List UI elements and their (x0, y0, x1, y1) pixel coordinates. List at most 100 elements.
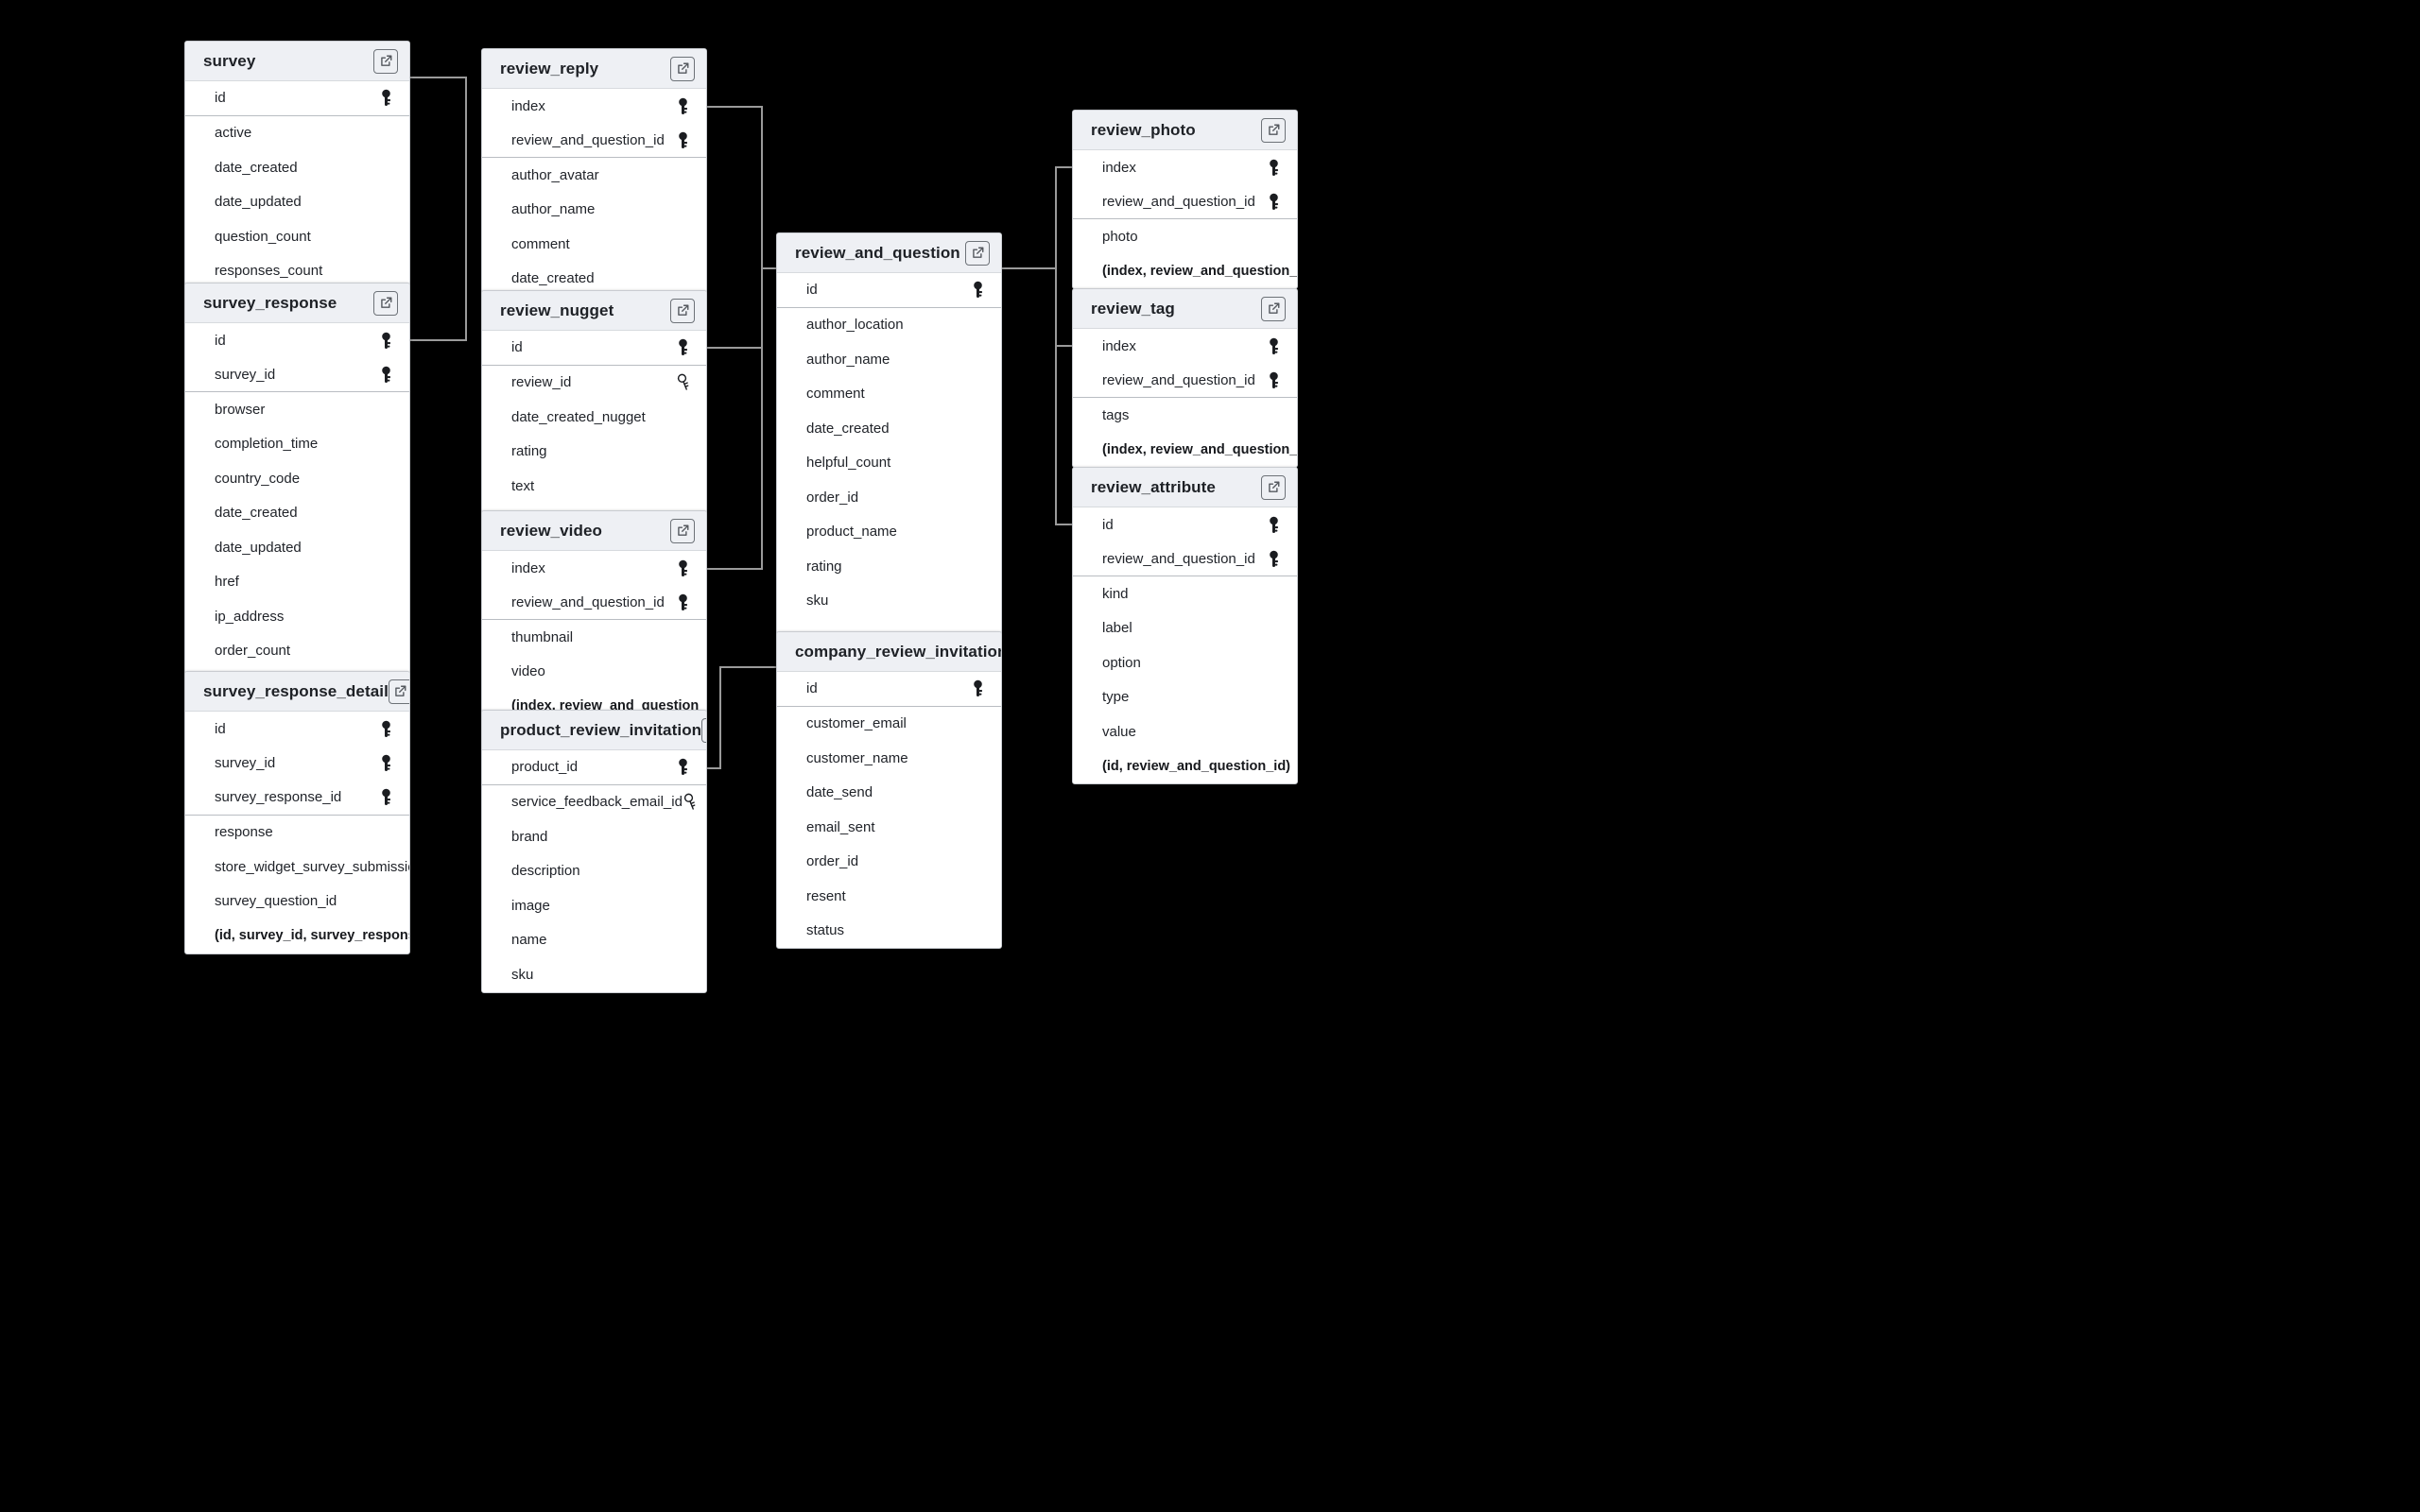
table-card-survey_response_detail[interactable]: survey_response_detail id survey_id survey_… (184, 671, 410, 954)
field-row[interactable]: customer_email (777, 707, 1001, 742)
composite-index-row[interactable]: (index, review_and_question_id)i (1073, 433, 1297, 468)
external-link-icon[interactable] (1261, 296, 1286, 321)
field-row[interactable]: order_id (777, 845, 1001, 880)
field-row[interactable]: photo (1073, 219, 1297, 254)
field-row[interactable]: id (1073, 507, 1297, 542)
field-row[interactable]: order_count (185, 634, 409, 669)
field-row[interactable]: review_and_question_id (1073, 542, 1297, 576)
field-row[interactable]: author_name (482, 193, 706, 228)
field-row[interactable]: index (1073, 329, 1297, 364)
table-card-review_reply[interactable]: review_reply index review_and_question_id a… (481, 48, 707, 332)
external-link-icon[interactable] (670, 298, 695, 323)
key-filled-icon (379, 754, 393, 772)
field-row[interactable]: id (482, 331, 706, 366)
table-card-review_tag[interactable]: review_tag index review_and_question_id tag… (1072, 288, 1298, 468)
field-row[interactable]: thumbnail (482, 620, 706, 655)
field-row[interactable]: date_updated (185, 185, 409, 220)
field-row[interactable]: status (777, 914, 1001, 949)
table-card-company_review_invitation[interactable]: company_review_invitation id customer_emai… (776, 631, 1002, 949)
external-link-icon[interactable] (965, 240, 990, 266)
table-card-product_review_invitation[interactable]: product_review_invitation product_id servi… (481, 710, 707, 993)
field-row[interactable]: id (185, 81, 409, 116)
field-row[interactable]: text (482, 469, 706, 504)
external-link-icon[interactable] (670, 56, 695, 81)
field-row[interactable]: review_id (482, 366, 706, 401)
field-row[interactable]: date_send (777, 776, 1001, 811)
field-row[interactable]: helpful_count (777, 446, 1001, 481)
field-row[interactable]: review_and_question_id (482, 586, 706, 620)
field-row[interactable]: rating (777, 549, 1001, 584)
composite-index-row[interactable]: (id, review_and_question_id)i (1073, 749, 1297, 784)
field-row[interactable]: country_code (185, 461, 409, 496)
field-row[interactable]: product_name (777, 515, 1001, 550)
field-row[interactable]: brand (482, 819, 706, 854)
field-row[interactable]: index (1073, 150, 1297, 185)
external-link-icon[interactable] (373, 48, 398, 74)
table-card-survey[interactable]: survey id active date_created date_updated qu… (184, 41, 410, 324)
field-row[interactable]: email_sent (777, 810, 1001, 845)
external-link-icon[interactable] (1261, 117, 1286, 143)
field-row[interactable]: ip_address (185, 599, 409, 634)
field-row[interactable]: survey_response_id (185, 781, 409, 816)
field-row[interactable]: browser (185, 392, 409, 427)
field-row[interactable]: type (1073, 680, 1297, 715)
field-row[interactable]: name (482, 923, 706, 958)
field-row[interactable]: sku (777, 584, 1001, 619)
field-row[interactable]: video (482, 655, 706, 690)
field-row[interactable]: survey_id (185, 747, 409, 782)
field-row[interactable]: index (482, 89, 706, 124)
field-row[interactable]: date_created_nugget (482, 400, 706, 435)
field-row[interactable]: href (185, 565, 409, 600)
field-row[interactable]: image (482, 888, 706, 923)
field-row[interactable]: review_and_question_id (1073, 185, 1297, 219)
external-link-icon[interactable] (670, 518, 695, 543)
field-row[interactable]: date_created (777, 411, 1001, 446)
table-card-review_photo[interactable]: review_photo index review_and_question_id p… (1072, 110, 1298, 289)
field-row[interactable]: comment (777, 377, 1001, 412)
field-row[interactable]: resent (777, 879, 1001, 914)
field-row[interactable]: kind (1073, 576, 1297, 611)
external-link-icon[interactable] (388, 679, 409, 704)
composite-index-row[interactable]: (id, survey_id, survey_response_id)i (185, 919, 409, 954)
field-row[interactable]: survey_id (185, 358, 409, 392)
field-row[interactable]: option (1073, 645, 1297, 680)
field-row[interactable]: date_created (185, 496, 409, 531)
field-row[interactable]: id (185, 323, 409, 358)
field-row[interactable]: value (1073, 714, 1297, 749)
field-row[interactable]: store_widget_survey_submission_id (185, 850, 409, 885)
table-card-review_video[interactable]: review_video index review_and_question_id t… (481, 510, 707, 725)
external-link-icon[interactable] (373, 290, 398, 316)
field-row[interactable]: id (777, 273, 1001, 308)
field-row[interactable]: customer_name (777, 741, 1001, 776)
field-row[interactable]: completion_time (185, 427, 409, 462)
field-row[interactable]: author_name (777, 342, 1001, 377)
field-row[interactable]: author_location (777, 308, 1001, 343)
table-card-review_nugget[interactable]: review_nugget id review_id date_created_nug… (481, 290, 707, 539)
field-row[interactable]: order_id (777, 480, 1001, 515)
field-row[interactable]: date_created (185, 150, 409, 185)
field-row[interactable]: rating (482, 435, 706, 470)
field-name: survey_id (215, 366, 276, 383)
field-row[interactable]: review_and_question_id (1073, 364, 1297, 398)
composite-index-row[interactable]: (index, review_and_question_id)i (1073, 254, 1297, 289)
field-row[interactable]: index (482, 551, 706, 586)
field-row[interactable]: comment (482, 227, 706, 262)
field-row[interactable]: id (777, 672, 1001, 707)
table-card-review_attribute[interactable]: review_attribute id review_and_question_id… (1072, 467, 1298, 784)
field-row[interactable]: label (1073, 611, 1297, 646)
field-row[interactable]: review_and_question_id (482, 124, 706, 158)
field-row[interactable]: active (185, 116, 409, 151)
field-row[interactable]: question_count (185, 219, 409, 254)
field-row[interactable]: response (185, 816, 409, 850)
external-link-icon[interactable] (701, 717, 706, 743)
field-row[interactable]: survey_question_id (185, 885, 409, 919)
field-row[interactable]: id (185, 712, 409, 747)
field-row[interactable]: sku (482, 957, 706, 992)
field-row[interactable]: product_id (482, 750, 706, 785)
field-row[interactable]: author_avatar (482, 158, 706, 193)
field-row[interactable]: description (482, 854, 706, 889)
field-row[interactable]: service_feedback_email_id (482, 785, 706, 820)
field-row[interactable]: tags (1073, 398, 1297, 433)
external-link-icon[interactable] (1261, 474, 1286, 500)
field-row[interactable]: date_updated (185, 530, 409, 565)
